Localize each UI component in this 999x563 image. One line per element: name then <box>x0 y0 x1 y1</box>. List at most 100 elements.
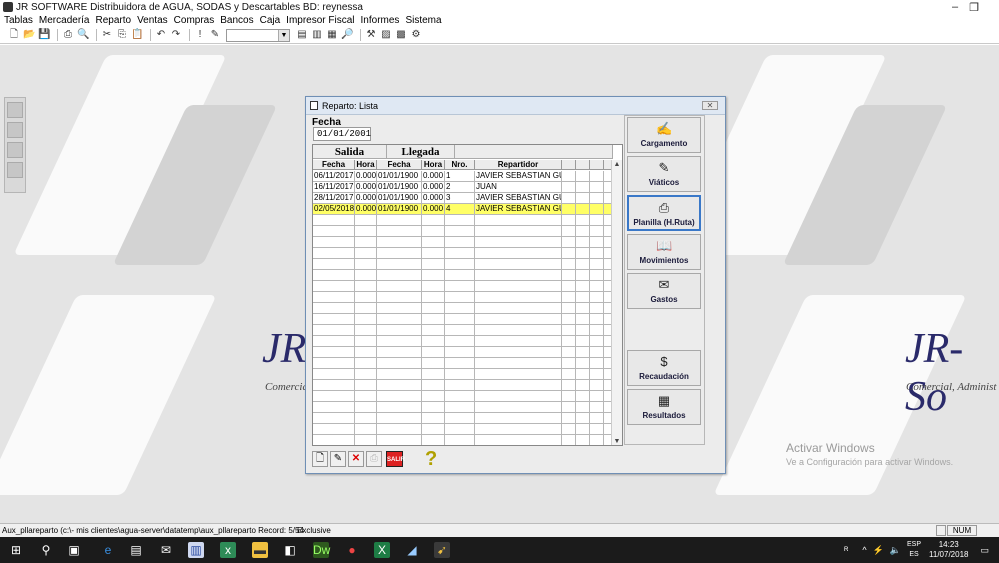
table-row[interactable] <box>313 380 613 391</box>
table-row[interactable] <box>313 402 613 413</box>
table-row[interactable] <box>313 369 613 380</box>
edit-icon[interactable]: ✎ <box>209 29 221 41</box>
task-view-icon[interactable]: ▣ <box>66 542 82 558</box>
app-black-icon[interactable]: ◧ <box>282 542 298 558</box>
print-icon[interactable]: ⎙ <box>62 29 74 41</box>
form-icon[interactable]: ▥ <box>311 29 323 41</box>
menu-item-reparto[interactable]: Reparto <box>95 15 131 26</box>
side-button-planillahruta[interactable]: ⎙ Planilla (H.Ruta) <box>627 195 701 231</box>
table-row[interactable]: 16/11/2017 0.000 01/01/1900 0.000 2 JUAN <box>313 182 613 193</box>
toolbar-combo[interactable]: ▼ <box>226 28 290 42</box>
table-row[interactable] <box>313 336 613 347</box>
tray-chevron-icon[interactable]: ^ <box>862 545 866 555</box>
table-row[interactable] <box>313 292 613 303</box>
table-row[interactable]: 28/11/2017 0.000 01/01/1900 0.000 3 JAVIER SE… <box>313 193 613 204</box>
table-row[interactable]: 06/11/2017 0.000 01/01/1900 0.000 1 JAVIER SE… <box>313 171 613 182</box>
windows-start-icon[interactable]: ⊞ <box>8 542 24 558</box>
mail-icon[interactable]: ✉ <box>158 542 174 558</box>
store-icon[interactable]: ▤ <box>128 542 144 558</box>
table-row[interactable] <box>313 226 613 237</box>
app-blue-icon[interactable]: ◢ <box>404 542 420 558</box>
network-icon[interactable]: ⚡ <box>873 545 884 556</box>
delete-record-button[interactable]: ✕ <box>348 451 364 467</box>
side-button-recaudacin[interactable]: $ Recaudación <box>627 350 701 386</box>
menu-item-sistema[interactable]: Sistema <box>405 15 441 26</box>
redo-icon[interactable]: ↷ <box>170 29 182 41</box>
dreamweaver-icon[interactable]: Dw <box>313 542 330 558</box>
new-icon[interactable]: 🗋 <box>8 29 20 41</box>
cut-icon[interactable]: ✂ <box>101 29 113 41</box>
table-row[interactable] <box>313 314 613 325</box>
column-header[interactable]: Hora <box>422 160 445 170</box>
table-row[interactable] <box>313 424 613 435</box>
new-record-button[interactable]: 🗋 <box>312 451 328 467</box>
table-row[interactable] <box>313 281 613 292</box>
print-record-button[interactable]: ⎙ <box>366 451 382 467</box>
column-header[interactable]: Fecha <box>313 160 355 170</box>
tools-icon[interactable]: ⚒ <box>365 29 377 41</box>
column-header[interactable]: Repartidor <box>475 160 562 170</box>
vertical-scrollbar[interactable]: ▲ ▼ <box>611 160 622 445</box>
dialog-close-button[interactable]: ✕ <box>702 101 718 110</box>
table-row[interactable] <box>313 347 613 358</box>
undo-icon[interactable]: ↶ <box>155 29 167 41</box>
chrome-icon[interactable]: ● <box>344 542 360 558</box>
edit-record-button[interactable]: ✎ <box>330 451 346 467</box>
side-button-viticos[interactable]: ✎ Viáticos <box>627 156 701 192</box>
column-header[interactable]: Nro. <box>445 160 475 170</box>
settings-icon[interactable]: ⚙ <box>410 29 422 41</box>
edge-icon[interactable]: e <box>100 542 116 558</box>
people-icon[interactable]: ᴿ <box>844 545 848 555</box>
table-row[interactable] <box>313 215 613 226</box>
help-button[interactable]: ? <box>425 449 437 469</box>
table-row[interactable] <box>313 435 613 445</box>
table-row[interactable] <box>313 259 613 270</box>
table-row[interactable] <box>313 270 613 281</box>
print-preview-icon[interactable]: 🔍 <box>77 29 89 41</box>
open-icon[interactable]: 📂 <box>23 29 35 41</box>
notepad-icon[interactable]: ▥ <box>188 542 204 558</box>
table-row[interactable] <box>313 358 613 369</box>
chevron-down-icon[interactable]: ▼ <box>278 29 289 41</box>
volume-icon[interactable]: 🔈 <box>890 545 901 556</box>
jr-software-icon[interactable]: ➹ <box>434 542 450 558</box>
clock[interactable]: 14:23 11/07/2018 <box>929 540 968 560</box>
menu-item-caja[interactable]: Caja <box>260 15 281 26</box>
side-button-cargamento[interactable]: ✍ Cargamento <box>627 117 701 153</box>
menu-item-impresorfiscal[interactable]: Impresor Fiscal <box>286 15 354 26</box>
exclamation-icon[interactable]: ! <box>194 29 206 41</box>
scroll-up-icon[interactable]: ▲ <box>612 160 622 170</box>
excel-alt-icon[interactable]: X <box>374 542 390 558</box>
side-button-movimientos[interactable]: 📖 Movimientos <box>627 234 701 270</box>
menu-item-mercadera[interactable]: Mercadería <box>39 15 90 26</box>
table-row[interactable] <box>313 303 613 314</box>
menu-item-compras[interactable]: Compras <box>174 15 215 26</box>
excel-icon[interactable]: x <box>220 542 236 558</box>
scroll-down-icon[interactable]: ▼ <box>612 437 622 445</box>
menu-item-tablas[interactable]: Tablas <box>4 15 33 26</box>
table-row[interactable] <box>313 391 613 402</box>
paste-icon[interactable]: 📋 <box>131 29 143 41</box>
menu-item-informes[interactable]: Informes <box>361 15 400 26</box>
search-icon[interactable]: ⚲ <box>38 542 54 558</box>
side-tool-button[interactable] <box>7 102 23 118</box>
fecha-input[interactable]: 01/01/2001 <box>313 127 371 141</box>
side-tool-button[interactable] <box>7 142 23 158</box>
side-button-resultados[interactable]: ▦ Resultados <box>627 389 701 425</box>
tile-icon[interactable]: ▦ <box>326 29 338 41</box>
table-row[interactable] <box>313 237 613 248</box>
restore-button[interactable]: ❐ <box>954 0 994 14</box>
table-row[interactable] <box>313 248 613 259</box>
side-tool-button[interactable] <box>7 122 23 138</box>
table-row[interactable]: 02/05/2018 0.000 01/01/1900 0.000 4 JAVIER SE… <box>313 204 613 215</box>
salir-button[interactable]: SALIR <box>386 451 405 467</box>
preview-icon[interactable]: 🔎 <box>341 29 353 41</box>
menu-item-ventas[interactable]: Ventas <box>137 15 168 26</box>
report-icon[interactable]: ▨ <box>380 29 392 41</box>
copy-icon[interactable]: ⎘ <box>116 29 128 41</box>
calendar-icon[interactable]: ▩ <box>395 29 407 41</box>
side-button-gastos[interactable]: ✉ Gastos <box>627 273 701 309</box>
language-indicator[interactable]: ESP ES <box>907 540 921 560</box>
table-row[interactable] <box>313 413 613 424</box>
grid-icon[interactable]: ▤ <box>296 29 308 41</box>
